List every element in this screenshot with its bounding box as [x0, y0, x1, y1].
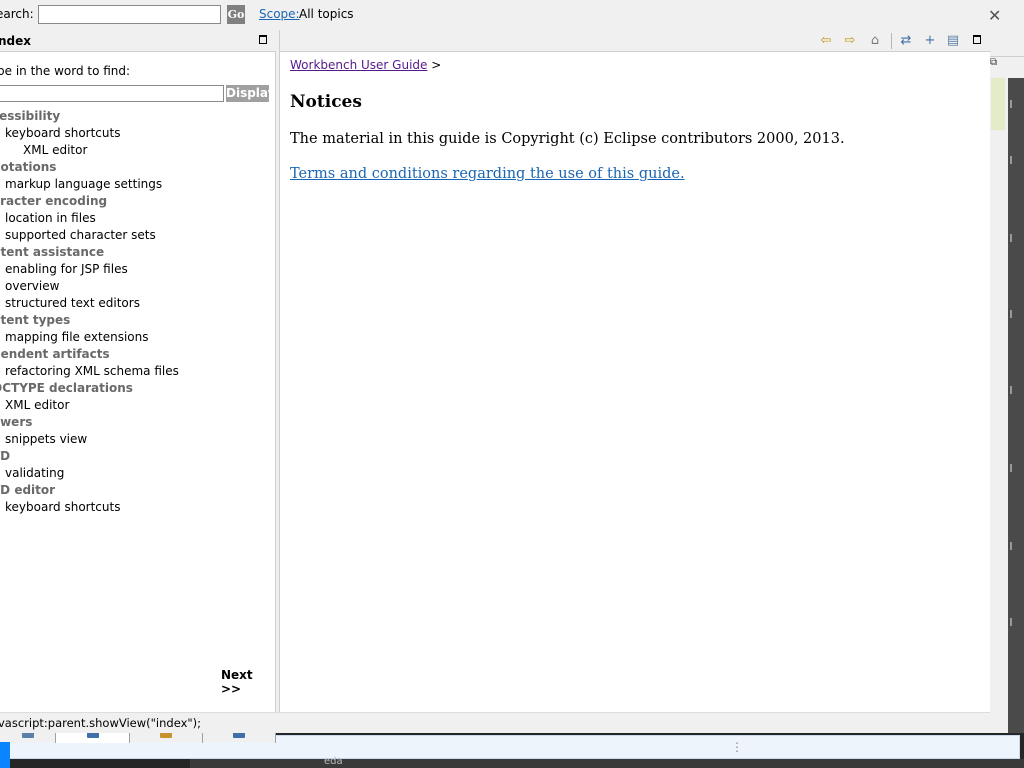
scope-value: All topics [299, 7, 354, 21]
index-subentry[interactable]: refactoring XML schema files [0, 363, 276, 380]
index-subentry[interactable]: validating [0, 465, 276, 482]
background-app-edge: ⧉ [990, 0, 1024, 735]
maximize-icon[interactable] [259, 35, 267, 44]
content-toolbar: ⇦ ⇨ ⌂ ⇄ + ▤ [280, 30, 991, 52]
index-keyword[interactable]: cessibility [0, 108, 276, 125]
index-title: ndex [0, 34, 32, 48]
find-input[interactable] [0, 85, 224, 102]
show-in-toc-icon[interactable]: ⇄ [897, 33, 915, 49]
status-bar: vascript:parent.showView("index"); [0, 712, 990, 733]
go-button[interactable]: Go [227, 5, 245, 24]
index-keyword[interactable]: OCTYPE declarations [0, 380, 276, 397]
overview-ruler [1008, 78, 1024, 735]
search-label: earch: [0, 7, 34, 21]
bookmark-document-icon[interactable]: + [921, 33, 939, 49]
taskbar-label: eda [324, 756, 343, 767]
scope-link[interactable]: Scope: [259, 7, 300, 21]
index-subentry[interactable]: mapping file extensions [0, 329, 276, 346]
find-label: pe in the word to find: [0, 64, 131, 78]
status-text: vascript:parent.showView("index"); [0, 716, 202, 730]
help-window: earch: Go Scope: All topics ndex pe in t… [0, 0, 1001, 743]
index-header: ndex [0, 30, 276, 52]
breadcrumb: Workbench User Guide > [290, 58, 441, 72]
background-bottom-strip: eda [190, 756, 1024, 768]
restore-view-button[interactable]: ⧉ [990, 56, 1024, 72]
index-subentry[interactable]: keyboard shortcuts [0, 125, 276, 142]
search-input[interactable] [38, 5, 221, 24]
index-subentry[interactable]: supported character sets [0, 227, 276, 244]
index-subentry[interactable]: markup language settings [0, 176, 276, 193]
index-keyword[interactable]: TD [0, 448, 276, 465]
display-button[interactable]: Display [226, 85, 275, 102]
index-subentry[interactable]: enabling for JSP files [0, 261, 276, 278]
copyright-text: The material in this guide is Copyright … [290, 131, 845, 147]
editor-highlight-strip [991, 78, 1005, 130]
index-keyword[interactable]: ntent types [0, 312, 276, 329]
maximize-icon[interactable] [973, 35, 981, 44]
index-keyword[interactable]: aracter encoding [0, 193, 276, 210]
grip-icon: ⋮ [731, 740, 743, 754]
index-pane: ndex pe in the word to find: Display ces… [0, 30, 276, 743]
search-bar: earch: Go Scope: All topics [0, 0, 990, 30]
index-subentry[interactable]: location in files [0, 210, 276, 227]
toolbar-separator [891, 33, 892, 49]
print-icon[interactable]: ▤ [944, 33, 962, 49]
index-subentry[interactable]: XML editor [0, 142, 276, 159]
index-keyword[interactable]: notations [0, 159, 276, 176]
terms-link[interactable]: Terms and conditions regarding the use o… [290, 166, 685, 182]
home-icon[interactable]: ⌂ [866, 33, 884, 49]
index-keyword[interactable]: TD editor [0, 482, 276, 499]
index-subentry[interactable]: keyboard shortcuts [0, 499, 276, 516]
forward-icon[interactable]: ⇨ [841, 33, 859, 49]
next-link[interactable]: Next >> [221, 668, 275, 696]
index-keyword[interactable]: ntent assistance [0, 244, 276, 261]
breadcrumb-separator: > [431, 58, 442, 72]
index-list: cessibilitykeyboard shortcutsXML editorn… [0, 108, 276, 516]
content-pane: ⇦ ⇨ ⌂ ⇄ + ▤ Workbench User Guide > Notices Th… [279, 30, 991, 712]
index-subentry[interactable]: overview [0, 278, 276, 295]
page-title: Notices [290, 92, 362, 112]
restore-icon: ⧉ [990, 57, 998, 68]
index-keyword[interactable]: awers [0, 414, 276, 431]
index-subentry[interactable]: structured text editors [0, 295, 276, 312]
index-keyword[interactable]: pendent artifacts [0, 346, 276, 363]
index-subentry[interactable]: XML editor [0, 397, 276, 414]
index-subentry[interactable]: snippets view [0, 431, 276, 448]
breadcrumb-link[interactable]: Workbench User Guide [290, 58, 427, 72]
close-icon[interactable]: ✕ [988, 6, 1001, 25]
back-icon[interactable]: ⇦ [817, 33, 835, 49]
